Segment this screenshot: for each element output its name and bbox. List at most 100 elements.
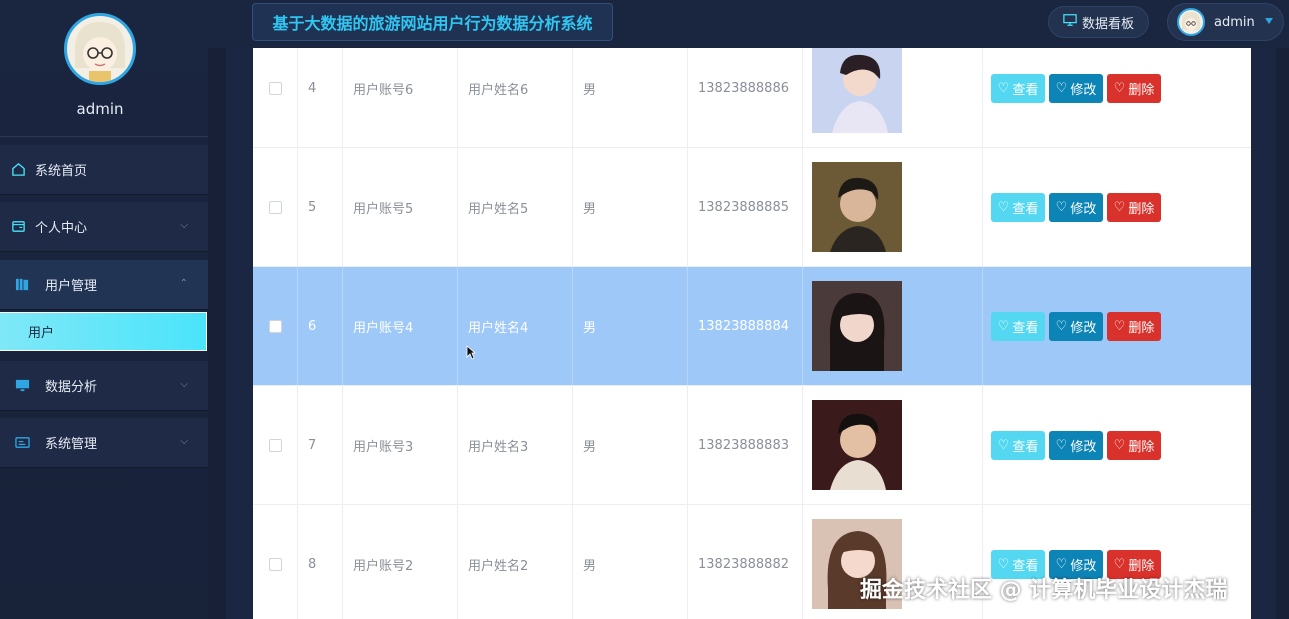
row-index: 6 xyxy=(298,267,343,385)
row-checkbox[interactable] xyxy=(268,200,282,214)
heart-icon: ♡ xyxy=(1113,80,1126,96)
delete-button[interactable]: ♡ 删除 xyxy=(1107,192,1161,222)
heart-icon: ♡ xyxy=(997,556,1010,572)
row-sex: 男 xyxy=(573,386,688,504)
row-index: 7 xyxy=(298,386,343,504)
row-phone: 13823888883 xyxy=(688,386,803,504)
row-phone: 13823888884 xyxy=(688,267,803,385)
sidebar-username: admin xyxy=(76,100,124,118)
folder-icon xyxy=(10,219,26,235)
row-photo-cell xyxy=(803,267,983,385)
heart-icon: ♡ xyxy=(997,80,1010,96)
user-menu-label: admin xyxy=(1214,14,1255,30)
sidebar-item-data-analysis[interactable]: 数据分析 ⌵ xyxy=(0,361,208,411)
chevron-down-icon: ⌵ xyxy=(180,220,188,231)
row-checkbox-cell xyxy=(253,148,298,266)
heart-icon: ♡ xyxy=(1055,318,1068,334)
row-index: 4 xyxy=(298,48,343,147)
user-photo xyxy=(812,48,902,133)
row-checkbox[interactable] xyxy=(268,557,282,571)
table-row-selected[interactable]: 6 用户账号4 用户姓名4 男 13823888884 ♡ 查看 ♡ 修改 ♡ 删除 xyxy=(253,267,1251,386)
view-label: 查看 xyxy=(1012,320,1039,336)
row-checkbox-cell xyxy=(253,267,298,385)
sidebar-item-system-management[interactable]: 系统管理 ⌵ xyxy=(0,418,208,468)
sidebar: admin 系统首页 个人中心 ⌵ 用户管理 ⌃ 用户 数据分析 ⌵ 系统管理 … xyxy=(0,0,208,619)
dashboard-button[interactable]: 数据看板 xyxy=(1048,6,1149,38)
row-checkbox[interactable] xyxy=(268,438,282,452)
view-button[interactable]: ♡ 查看 xyxy=(991,192,1045,222)
edit-button[interactable]: ♡ 修改 xyxy=(1049,73,1103,103)
row-phone: 13823888882 xyxy=(688,505,803,619)
sidebar-item-user-management[interactable]: 用户管理 ⌃ xyxy=(0,260,208,310)
delete-button[interactable]: ♡ 删除 xyxy=(1107,430,1161,460)
view-label: 查看 xyxy=(1012,558,1039,574)
heart-icon: ♡ xyxy=(1055,80,1068,96)
caret-down-icon xyxy=(1265,18,1273,24)
user-menu[interactable]: admin xyxy=(1167,3,1284,41)
sidebar-item-label: 个人中心 xyxy=(35,221,88,236)
table-row[interactable]: 4 用户账号6 用户姓名6 男 13823888886 ♡ 查看 ♡ 修改 ♡ 删除 xyxy=(253,48,1251,148)
chevron-up-icon: ⌃ xyxy=(179,278,188,289)
row-index: 5 xyxy=(298,148,343,266)
row-name: 用户姓名6 xyxy=(458,48,573,147)
delete-label: 删除 xyxy=(1128,82,1155,98)
row-name: 用户姓名4 xyxy=(458,267,573,385)
sidebar-item-label: 系统管理 xyxy=(45,437,98,452)
delete-label: 删除 xyxy=(1128,558,1155,574)
watermark: 掘金技术社区 @ 计算机毕业设计杰瑞 xyxy=(860,578,1228,603)
heart-icon: ♡ xyxy=(997,318,1010,334)
sidebar-item-personal-center[interactable]: 个人中心 ⌵ xyxy=(0,202,208,252)
heart-icon: ♡ xyxy=(1113,318,1126,334)
row-sex: 男 xyxy=(573,505,688,619)
chart-board-icon xyxy=(1063,13,1077,31)
table-row[interactable]: 5 用户账号5 用户姓名5 男 13823888885 ♡ 查看 ♡ 修改 ♡ 删除 xyxy=(253,148,1251,267)
row-photo-cell xyxy=(803,48,983,147)
row-sex: 男 xyxy=(573,267,688,385)
page-title: 基于大数据的旅游网站用户行为数据分析系统 xyxy=(252,3,613,41)
view-button[interactable]: ♡ 查看 xyxy=(991,73,1045,103)
view-button[interactable]: ♡ 查看 xyxy=(991,311,1045,341)
row-checkbox-cell xyxy=(253,48,298,147)
edit-button[interactable]: ♡ 修改 xyxy=(1049,311,1103,341)
user-photo xyxy=(812,400,902,490)
edit-label: 修改 xyxy=(1070,82,1097,98)
row-account: 用户账号6 xyxy=(343,48,458,147)
row-actions: ♡ 查看 ♡ 修改 ♡ 删除 xyxy=(983,386,1251,504)
edit-button[interactable]: ♡ 修改 xyxy=(1049,430,1103,460)
delete-button[interactable]: ♡ 删除 xyxy=(1107,311,1161,341)
row-actions: ♡ 查看 ♡ 修改 ♡ 删除 xyxy=(983,148,1251,266)
heart-icon: ♡ xyxy=(1113,437,1126,453)
monitor-icon xyxy=(14,378,30,394)
row-actions: ♡ 查看 ♡ 修改 ♡ 删除 xyxy=(983,48,1251,147)
row-sex: 男 xyxy=(573,48,688,147)
row-checkbox[interactable] xyxy=(268,319,282,333)
sidebar-item-home[interactable]: 系统首页 xyxy=(0,145,208,195)
heart-icon: ♡ xyxy=(1055,556,1068,572)
sidebar-item-label: 用户管理 xyxy=(45,279,98,294)
edit-label: 修改 xyxy=(1070,439,1097,455)
sidebar-subitem-user[interactable]: 用户 xyxy=(0,312,207,351)
row-account: 用户账号4 xyxy=(343,267,458,385)
form-icon xyxy=(14,435,30,451)
avatar[interactable] xyxy=(64,13,136,85)
delete-label: 删除 xyxy=(1128,320,1155,336)
edit-label: 修改 xyxy=(1070,320,1097,336)
row-checkbox-cell xyxy=(253,505,298,619)
row-account: 用户账号5 xyxy=(343,148,458,266)
edit-label: 修改 xyxy=(1070,558,1097,574)
row-phone: 13823888886 xyxy=(688,48,803,147)
row-checkbox[interactable] xyxy=(268,81,282,95)
user-photo xyxy=(812,162,902,252)
edit-button[interactable]: ♡ 修改 xyxy=(1049,192,1103,222)
view-button[interactable]: ♡ 查看 xyxy=(991,430,1045,460)
row-account: 用户账号2 xyxy=(343,505,458,619)
user-photo xyxy=(812,281,902,371)
heart-icon: ♡ xyxy=(1113,556,1126,572)
row-name: 用户姓名3 xyxy=(458,386,573,504)
table-row[interactable]: 7 用户账号3 用户姓名3 男 13823888883 ♡ 查看 ♡ 修改 ♡ 删除 xyxy=(253,386,1251,505)
delete-button[interactable]: ♡ 删除 xyxy=(1107,73,1161,103)
row-account: 用户账号3 xyxy=(343,386,458,504)
sidebar-item-label: 数据分析 xyxy=(45,380,98,395)
home-icon xyxy=(10,162,26,178)
chevron-down-icon: ⌵ xyxy=(180,379,188,390)
